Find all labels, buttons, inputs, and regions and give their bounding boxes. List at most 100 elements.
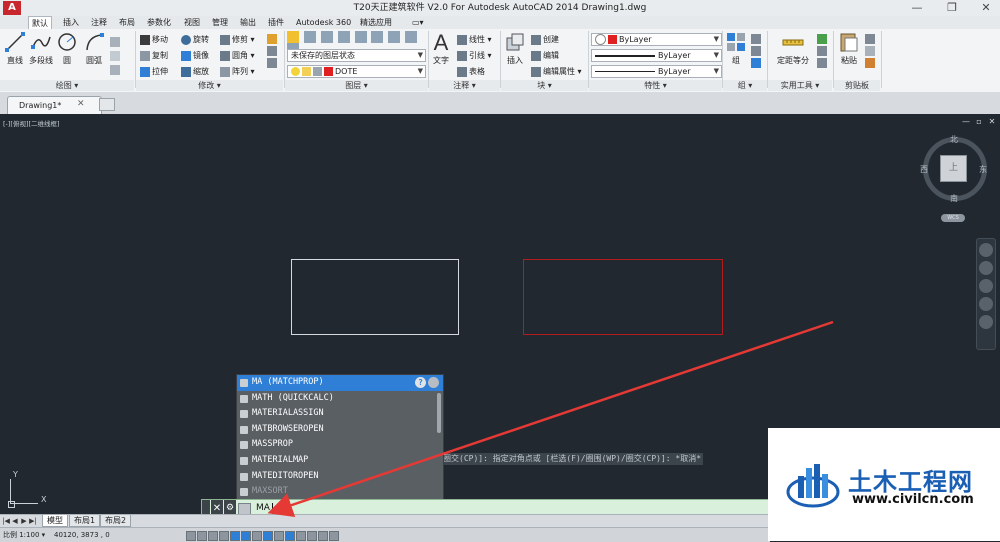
infer-constraints-icon[interactable] xyxy=(186,531,196,541)
insert-block-tool[interactable]: 插入 xyxy=(503,31,527,66)
copy-tool[interactable]: 复制 xyxy=(140,49,168,62)
autocomplete-item[interactable]: MATERIALASSIGN xyxy=(237,406,443,422)
first-layout-button[interactable]: |◀ xyxy=(2,515,10,527)
3d-object-snap-icon[interactable] xyxy=(252,531,262,541)
draw-panel-title[interactable]: 绘图 ▾ xyxy=(0,80,134,91)
compass-east[interactable]: 东 xyxy=(979,164,987,175)
mirror-tool[interactable]: 镜像 xyxy=(181,49,209,62)
tab-parametric[interactable]: 参数化 xyxy=(144,16,174,29)
circle-tool[interactable]: 圆 xyxy=(56,31,78,66)
ribbon-display-toggle[interactable]: ▭▾ xyxy=(409,16,427,29)
document-tab[interactable]: Drawing1* xyxy=(7,96,102,114)
tab-model[interactable]: 模型 xyxy=(42,515,68,527)
create-block-tool[interactable]: 创建 xyxy=(531,33,559,46)
tab-home[interactable]: 默认 xyxy=(28,16,52,29)
grid-display-icon[interactable] xyxy=(208,531,218,541)
autocomplete-item[interactable]: MASSPROP xyxy=(237,437,443,453)
layer-match-icon[interactable] xyxy=(388,31,401,43)
red-rectangle-object[interactable] xyxy=(523,259,723,335)
rotate-tool[interactable]: 旋转 xyxy=(181,33,209,46)
object-snap-tracking-icon[interactable] xyxy=(263,531,273,541)
prev-layout-button[interactable]: ◀ xyxy=(11,515,19,527)
viewcube-top-face[interactable]: 上 xyxy=(940,155,967,182)
layer-state-icon[interactable] xyxy=(303,31,316,43)
polar-tracking-icon[interactable] xyxy=(230,531,240,541)
tab-layout2[interactable]: 布局2 xyxy=(100,515,132,527)
tab-insert[interactable]: 插入 xyxy=(60,16,82,29)
layer-freeze-icon[interactable] xyxy=(337,31,350,43)
autocomplete-item[interactable]: MATEDITOROPEN xyxy=(237,469,443,485)
snap-mode-icon[interactable] xyxy=(197,531,207,541)
orbit-icon[interactable] xyxy=(979,297,993,311)
select-all-icon[interactable] xyxy=(817,46,827,56)
pan-icon[interactable] xyxy=(979,261,993,275)
autocomplete-item[interactable]: MATH (QUICKCALC) xyxy=(237,391,443,407)
group-select-icon[interactable] xyxy=(751,58,761,68)
annotation-scale[interactable]: 比例 1:100 ▾ xyxy=(3,528,45,542)
draw-more-tools[interactable] xyxy=(108,35,130,79)
autocomplete-scrollbar[interactable] xyxy=(437,393,441,433)
cursor-coordinates[interactable]: 40120, 3873 , 0 xyxy=(54,528,110,542)
viewport-restore-button[interactable]: ▫ xyxy=(974,117,984,126)
block-panel-title[interactable]: 块 ▾ xyxy=(501,80,588,91)
autocomplete-item[interactable]: MAXSORT xyxy=(237,484,443,499)
close-window-button[interactable]: ✕ xyxy=(974,0,998,16)
line-tool[interactable]: 直线 xyxy=(3,31,27,66)
tab-autodesk-360[interactable]: Autodesk 360 xyxy=(293,16,354,29)
steering-wheel-icon[interactable] xyxy=(979,243,993,257)
layers-panel-title[interactable]: 图层 ▾ xyxy=(285,80,428,91)
selection-cycling-icon[interactable] xyxy=(329,531,339,541)
viewport-controls-label[interactable]: [-][俯视][二维线框] xyxy=(3,118,60,128)
white-rectangle-object[interactable] xyxy=(291,259,459,335)
layer-state-dropdown[interactable]: 未保存的图层状态 ▼ xyxy=(287,49,426,62)
tab-plugins[interactable]: 插件 xyxy=(265,16,287,29)
annotation-panel-title[interactable]: 注释 ▾ xyxy=(429,80,500,91)
scale-tool[interactable]: 缩放 xyxy=(181,65,209,78)
properties-panel-title[interactable]: 特性 ▾ xyxy=(589,80,722,91)
linetype-dropdown[interactable]: ByLayer ▼ xyxy=(591,65,722,78)
layer-isolate-icon[interactable] xyxy=(320,31,333,43)
tab-layout1[interactable]: 布局1 xyxy=(69,515,101,527)
tab-annotate[interactable]: 注释 xyxy=(88,16,110,29)
object-snap-icon[interactable] xyxy=(241,531,251,541)
new-tab-button[interactable] xyxy=(99,98,115,111)
last-layout-button[interactable]: ▶| xyxy=(29,515,37,527)
stretch-tool[interactable]: 拉伸 xyxy=(140,65,168,78)
modify-extra-tools[interactable] xyxy=(266,33,280,77)
autocomplete-item[interactable]: MATBROWSEROPEN xyxy=(237,422,443,438)
compass-north[interactable]: 北 xyxy=(950,134,958,145)
layer-properties-icon[interactable] xyxy=(287,31,299,43)
wcs-menu-button[interactable]: WCS xyxy=(941,214,965,222)
viewport-minimize-button[interactable]: — xyxy=(961,117,971,126)
table-tool[interactable]: 表格 xyxy=(457,65,485,78)
group-edit-icon[interactable] xyxy=(751,46,761,56)
lineweight-display-icon[interactable] xyxy=(296,531,306,541)
search-internet-icon[interactable] xyxy=(428,377,439,388)
ortho-mode-icon[interactable] xyxy=(219,531,229,541)
text-tool[interactable]: A 文字 xyxy=(430,31,452,66)
maximize-button[interactable]: ❐ xyxy=(940,0,964,16)
layer-lock-icon[interactable] xyxy=(371,31,384,43)
linear-dimension-tool[interactable]: 线性 ▾ xyxy=(457,33,492,46)
cut-icon[interactable] xyxy=(865,34,875,44)
calculator-icon[interactable] xyxy=(817,58,827,68)
tab-layout[interactable]: 布局 xyxy=(116,16,138,29)
color-dropdown[interactable]: ByLayer ▼ xyxy=(591,33,722,46)
layer-walk-icon[interactable] xyxy=(405,31,418,43)
dynamic-ucs-icon[interactable] xyxy=(274,531,284,541)
ungroup-icon[interactable] xyxy=(751,34,761,44)
modify-panel-title[interactable]: 修改 ▾ xyxy=(136,80,283,91)
groups-panel-title[interactable]: 组 ▾ xyxy=(723,80,767,91)
dynamic-input-icon[interactable] xyxy=(285,531,295,541)
edit-attribute-tool[interactable]: 编辑属性 ▾ xyxy=(531,65,582,78)
minimize-button[interactable]: — xyxy=(905,0,929,16)
command-autocomplete-list[interactable]: MA (MATCHPROP)? MATH (QUICKCALC) MATERIALA… xyxy=(236,374,444,500)
compass-west[interactable]: 西 xyxy=(920,164,928,175)
measure-tool[interactable]: 定距等分 xyxy=(771,31,815,66)
utilities-panel-title[interactable]: 实用工具 ▾ xyxy=(768,80,832,91)
zoom-icon[interactable] xyxy=(979,279,993,293)
quick-properties-icon[interactable] xyxy=(318,531,328,541)
autocomplete-item[interactable]: MA (MATCHPROP)? xyxy=(237,375,443,391)
array-tool[interactable]: 阵列 ▾ xyxy=(220,65,255,78)
viewport-close-button[interactable]: ✕ xyxy=(987,117,997,126)
